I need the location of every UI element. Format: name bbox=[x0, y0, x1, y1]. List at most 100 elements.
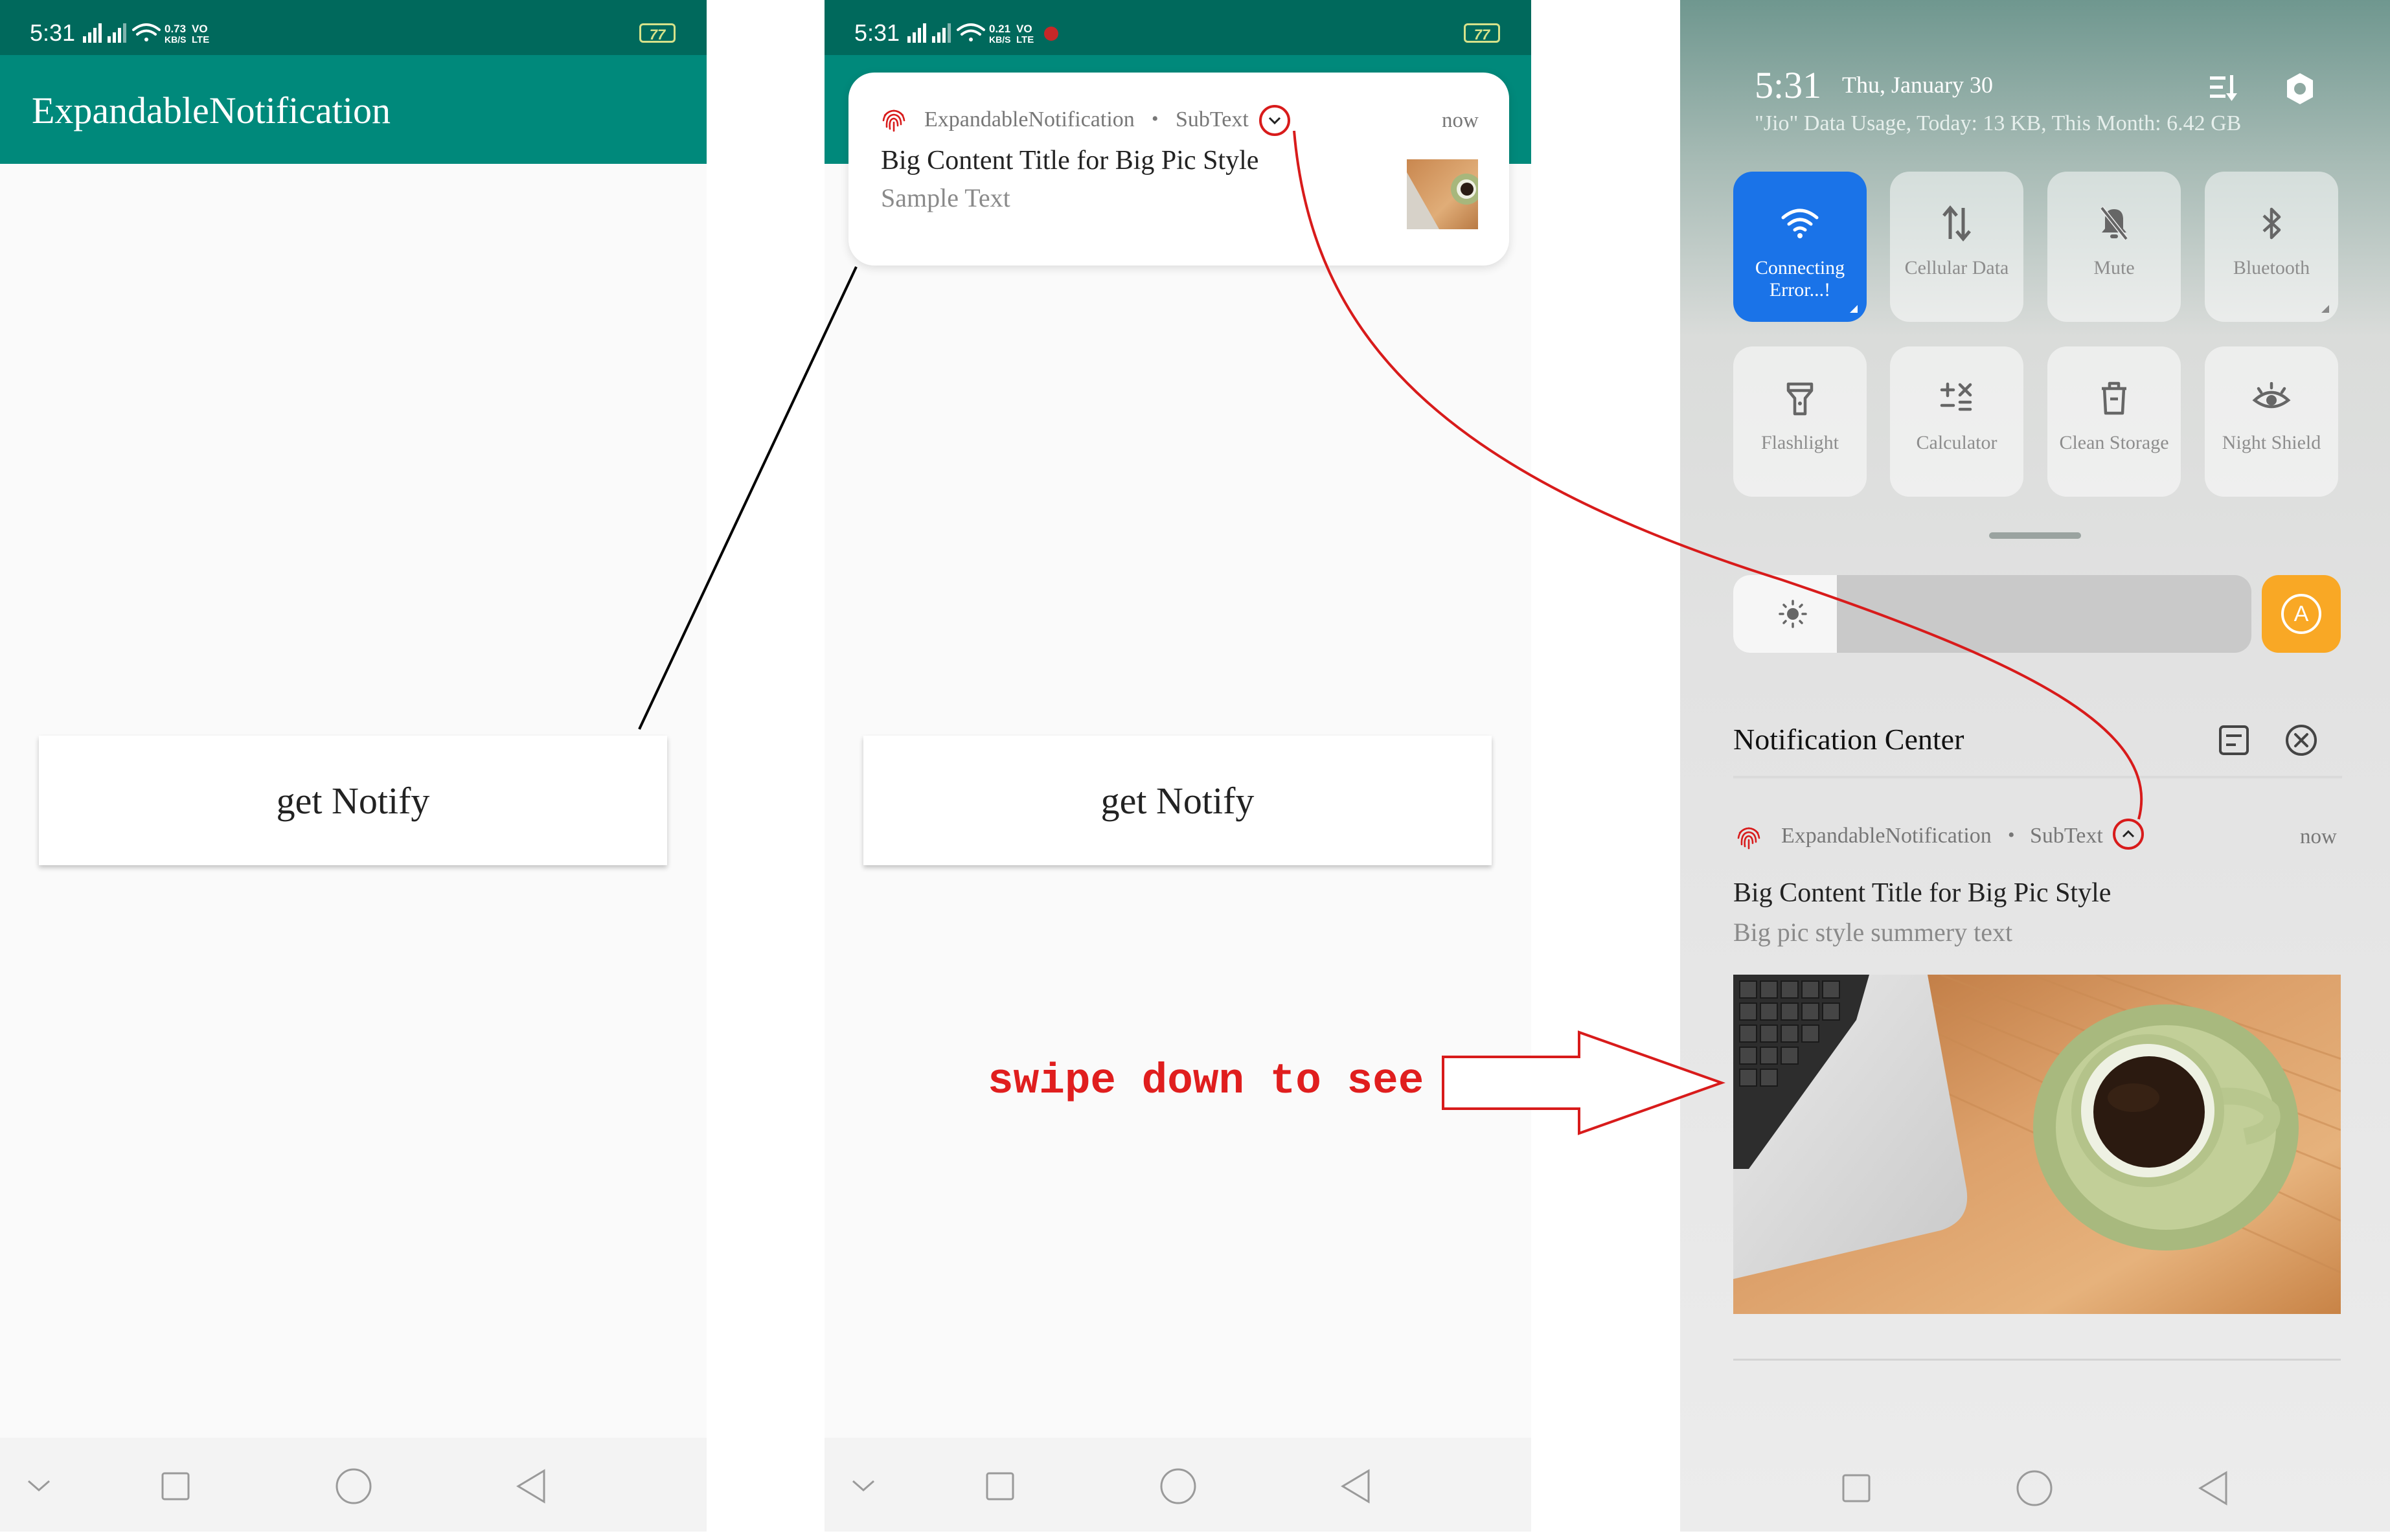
tile-label: Flashlight bbox=[1760, 432, 1839, 453]
wifi-icon bbox=[1781, 203, 1819, 244]
shade-date: Thu, January 30 bbox=[1842, 72, 1993, 98]
fingerprint-icon bbox=[1737, 827, 1760, 850]
notification-settings-button[interactable] bbox=[2218, 724, 2250, 760]
auto-brightness-label: A bbox=[2281, 594, 2321, 634]
tile-label: Clean Storage bbox=[2059, 432, 2169, 453]
svg-text:KB/S: KB/S bbox=[989, 34, 1010, 45]
notification-app-name: ExpandableNotification bbox=[924, 108, 1135, 131]
notification-text: Sample Text bbox=[881, 183, 1010, 212]
tile-flashlight[interactable]: Flashlight bbox=[1733, 346, 1867, 497]
brightness-slider[interactable] bbox=[1733, 575, 2251, 653]
net-speed: 0.73 bbox=[165, 23, 186, 35]
notification-time: now bbox=[2300, 825, 2337, 848]
app-notification-status-icon bbox=[1044, 27, 1058, 41]
triangle-back-icon bbox=[516, 1469, 545, 1504]
trash-icon bbox=[2099, 378, 2129, 419]
tile-night-shield[interactable]: Night Shield bbox=[2205, 346, 2338, 497]
svg-text:LTE: LTE bbox=[1016, 34, 1034, 45]
auto-brightness-button[interactable]: A bbox=[2262, 575, 2341, 653]
nav-back-button[interactable] bbox=[2187, 1462, 2239, 1514]
phone-screen-headsup: 5:31 0.21 KB/S VO LTE 77 ExpandableNotif… bbox=[825, 0, 1531, 1532]
notification-center-title: Notification Center bbox=[1733, 723, 1964, 756]
nav-back-button[interactable] bbox=[1330, 1460, 1382, 1512]
notification-thumbnail bbox=[1407, 159, 1478, 229]
nav-back-button[interactable] bbox=[505, 1460, 557, 1512]
nav-collapse-button[interactable] bbox=[837, 1460, 889, 1512]
wifi-icon bbox=[132, 23, 161, 41]
settings-button[interactable] bbox=[2282, 71, 2317, 109]
chevron-down-icon bbox=[1268, 117, 1281, 125]
tile-label: Connecting Error...! bbox=[1755, 257, 1845, 300]
nav-recents-button[interactable] bbox=[974, 1460, 1026, 1512]
shade-time: 5:31 bbox=[1755, 64, 1822, 106]
collapse-notification-button[interactable] bbox=[2113, 819, 2144, 850]
clear-all-notifications-button[interactable] bbox=[2284, 723, 2319, 761]
notification-manage-icon bbox=[2219, 725, 2249, 755]
flashlight-icon bbox=[1786, 378, 1814, 419]
status-icons: 0.73 KB/S VO LTE bbox=[83, 21, 329, 47]
nav-recents-button[interactable] bbox=[1830, 1462, 1882, 1514]
annotation-swipe-text: swipe down to see bbox=[988, 1057, 1424, 1105]
cellular-data-icon bbox=[1941, 203, 1972, 244]
battery-icon: 77 bbox=[1464, 23, 1500, 43]
eye-icon bbox=[2252, 378, 2291, 419]
tile-expand-corner bbox=[1850, 305, 1858, 313]
svg-text:0.21: 0.21 bbox=[989, 23, 1010, 35]
get-notify-button[interactable]: get Notify bbox=[39, 736, 667, 865]
signal-icon-2 bbox=[108, 23, 126, 43]
tile-label: Mute bbox=[2093, 257, 2135, 278]
chevron-down-icon bbox=[852, 1480, 874, 1491]
mute-bell-icon bbox=[2098, 203, 2130, 244]
tile-label: Night Shield bbox=[2222, 432, 2321, 453]
volte-indicator: VO bbox=[192, 23, 208, 35]
nav-home-button[interactable] bbox=[2009, 1462, 2060, 1514]
tile-wifi[interactable]: Connecting Error...! bbox=[1733, 172, 1867, 322]
notification-app-name: ExpandableNotification bbox=[1781, 824, 1992, 848]
tile-mute[interactable]: Mute bbox=[2047, 172, 2181, 322]
nav-home-button[interactable] bbox=[1152, 1460, 1204, 1512]
notification-summary-text: Big pic style summery text bbox=[1733, 918, 2013, 947]
chevron-down-icon bbox=[28, 1480, 50, 1491]
notification-time: now bbox=[1442, 109, 1479, 132]
headsup-notification[interactable]: ExpandableNotification • SubText now Big… bbox=[848, 73, 1509, 266]
tile-clean-storage[interactable]: Clean Storage bbox=[2047, 346, 2181, 497]
phone-screen-app: 5:31 0.73 KB/S VO LTE 77 ExpandableNotif… bbox=[0, 0, 707, 1532]
expand-notification-button[interactable] bbox=[1259, 105, 1290, 136]
tile-cellular-data[interactable]: Cellular Data bbox=[1890, 172, 2023, 322]
nav-home-button[interactable] bbox=[328, 1460, 380, 1512]
notification-big-picture bbox=[1733, 975, 2341, 1314]
phone-screen-notification-shade: 5:31 Thu, January 30 "Jio" Data Usage, T… bbox=[1680, 0, 2390, 1532]
tile-label: Bluetooth bbox=[2233, 257, 2310, 278]
chevron-up-icon bbox=[2122, 830, 2135, 838]
nav-recents-button[interactable] bbox=[150, 1460, 201, 1512]
svg-text:KB/S: KB/S bbox=[165, 34, 186, 45]
tile-bluetooth[interactable]: Bluetooth bbox=[2205, 172, 2338, 322]
app-title: ExpandableNotification bbox=[32, 89, 391, 131]
calculator-icon bbox=[1939, 378, 1974, 419]
triangle-back-icon bbox=[2198, 1471, 2227, 1506]
nav-bar bbox=[825, 1438, 1531, 1532]
tile-label: Cellular Data bbox=[1904, 257, 2009, 278]
tile-calculator[interactable]: Calculator bbox=[1890, 346, 2023, 497]
get-notify-button[interactable]: get Notify bbox=[863, 736, 1492, 865]
status-bar: 5:31 0.73 KB/S VO LTE 77 bbox=[0, 0, 707, 55]
status-time: 5:31 bbox=[854, 19, 900, 46]
square-icon bbox=[161, 1472, 190, 1500]
fingerprint-icon bbox=[882, 109, 905, 132]
notification-center-divider bbox=[1733, 776, 2342, 778]
nav-collapse-button[interactable] bbox=[13, 1460, 65, 1512]
notification-title: Big Content Title for Big Pic Style bbox=[1733, 878, 2111, 908]
nav-bar bbox=[0, 1438, 707, 1532]
notification-separator: • bbox=[2008, 824, 2015, 846]
notification-separator: • bbox=[1152, 108, 1159, 130]
triangle-back-icon bbox=[1341, 1469, 1370, 1504]
edit-tiles-button[interactable] bbox=[2209, 73, 2240, 107]
nav-bar bbox=[1680, 1438, 2390, 1532]
data-usage-text: "Jio" Data Usage, Today: 13 KB, This Mon… bbox=[1755, 111, 2242, 135]
close-circle-icon bbox=[2286, 725, 2317, 756]
signal-icon bbox=[83, 23, 102, 43]
shade-drag-handle[interactable] bbox=[1989, 532, 2081, 539]
tile-label: Calculator bbox=[1916, 432, 1997, 453]
bluetooth-icon bbox=[2259, 203, 2284, 244]
app-bar: ExpandableNotification bbox=[0, 55, 707, 164]
